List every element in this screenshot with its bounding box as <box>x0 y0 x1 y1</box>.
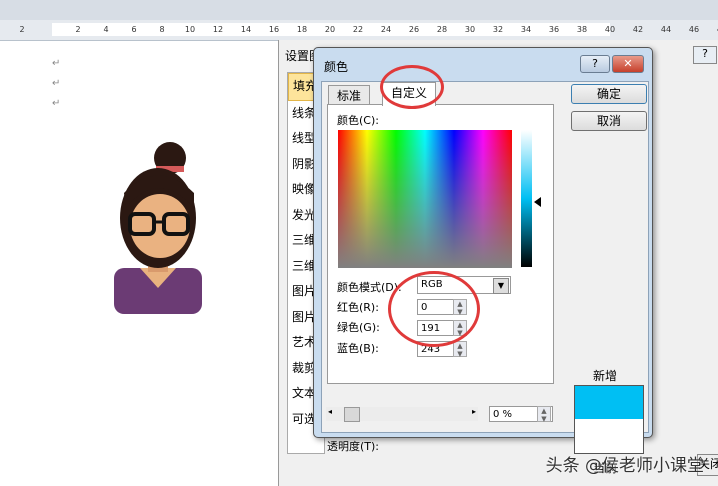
watermark: 头条 @侯老师小课堂 <box>545 456 704 476</box>
ruler-tick-label: 22 <box>352 25 364 34</box>
ruler-tick-label: 36 <box>548 25 560 34</box>
ruler-tick-label: 30 <box>464 25 476 34</box>
ok-button[interactable]: 确定 <box>571 84 647 104</box>
ruler-tick-label: 16 <box>268 25 280 34</box>
ruler-tick-label: 10 <box>184 25 196 34</box>
slider-thumb[interactable] <box>344 407 360 422</box>
red-spinner[interactable]: ▲ ▼ <box>453 299 467 316</box>
color-mode-select[interactable]: RGB ▼ <box>417 276 511 294</box>
new-color-label: 新增 <box>593 369 618 383</box>
help-button[interactable]: ? <box>693 46 717 64</box>
current-color-swatch <box>575 419 643 453</box>
ruler-tick-label: 14 <box>240 25 252 34</box>
title-bar-area <box>0 0 718 20</box>
blue-label: 蓝色(B): <box>337 342 379 355</box>
red-label: 红色(R): <box>337 301 379 314</box>
color-preview <box>574 385 644 454</box>
ruler-tick-label: 34 <box>520 25 532 34</box>
ruler-tick-label: 46 <box>688 25 700 34</box>
color-spectrum[interactable] <box>338 130 512 268</box>
ruler-tick-label: 2 <box>75 25 81 34</box>
tab-standard[interactable]: 标准 <box>328 85 371 106</box>
ruler-tick-label: 20 <box>324 25 336 34</box>
paragraph-mark: ↵ <box>52 98 61 109</box>
transparency-slider[interactable]: ◂ ▸ <box>326 407 478 422</box>
ruler-tick-label: 2 <box>19 25 25 34</box>
horizontal-ruler[interactable]: 2 2 4 6 8 10 12 14 16 18 20 22 24 26 28 30 32 34 36 38 40 42 4… <box>0 20 718 41</box>
ruler-tick-label: 4 <box>103 25 109 34</box>
new-color-swatch <box>575 386 643 419</box>
custom-color-panel: 颜色(C): 颜色模式(D): RGB ▼ 红色(R): 0 ▲ ▼ 绿色(G): … <box>327 104 554 384</box>
ruler-tick-label: 32 <box>492 25 504 34</box>
color-mode-label: 颜色模式(D): <box>337 281 402 294</box>
arrow-left-icon[interactable]: ◂ <box>328 407 332 416</box>
ruler-tick-label: 26 <box>408 25 420 34</box>
dialog-title: 颜色 <box>324 60 349 74</box>
help-button[interactable]: ? <box>580 55 610 73</box>
color-dialog: 颜色 ? ✕ 标准 自定义 颜色(C): 颜色模式(D): RGB ▼ 红色(R)… <box>313 47 653 475</box>
close-button[interactable]: ✕ <box>612 55 644 73</box>
green-spinner[interactable]: ▲ ▼ <box>453 320 467 337</box>
ruler-tick-label: 44 <box>660 25 672 34</box>
paragraph-mark: ↵ <box>52 58 61 69</box>
tab-custom[interactable]: 自定义 <box>382 82 437 106</box>
color-label: 颜色(C): <box>337 114 379 127</box>
ruler-tick-label: 12 <box>212 25 224 34</box>
green-label: 绿色(G): <box>337 321 380 334</box>
ruler-tick-label: 38 <box>576 25 588 34</box>
ruler-tick-label: 18 <box>296 25 308 34</box>
luminance-slider-arrow-icon[interactable] <box>534 197 541 207</box>
ruler-tick-label: 24 <box>380 25 392 34</box>
ruler-tick-label: 8 <box>159 25 165 34</box>
transparency-label: 透明度(T): <box>327 440 380 453</box>
blue-spinner[interactable]: ▲ ▼ <box>453 341 467 358</box>
cancel-button[interactable]: 取消 <box>571 111 647 131</box>
ruler-tick-label: 6 <box>131 25 137 34</box>
transparency-spinner[interactable]: ▲ ▼ <box>537 406 551 423</box>
luminance-bar[interactable] <box>521 130 532 267</box>
paragraph-mark: ↵ <box>52 78 61 89</box>
avatar-image[interactable] <box>108 138 208 314</box>
ruler-tick-label: 42 <box>632 25 644 34</box>
ruler-tick-label: 28 <box>436 25 448 34</box>
arrow-right-icon[interactable]: ▸ <box>472 407 476 416</box>
chevron-down-icon[interactable]: ▼ <box>493 278 509 294</box>
ruler-tick-label: 40 <box>604 25 616 34</box>
